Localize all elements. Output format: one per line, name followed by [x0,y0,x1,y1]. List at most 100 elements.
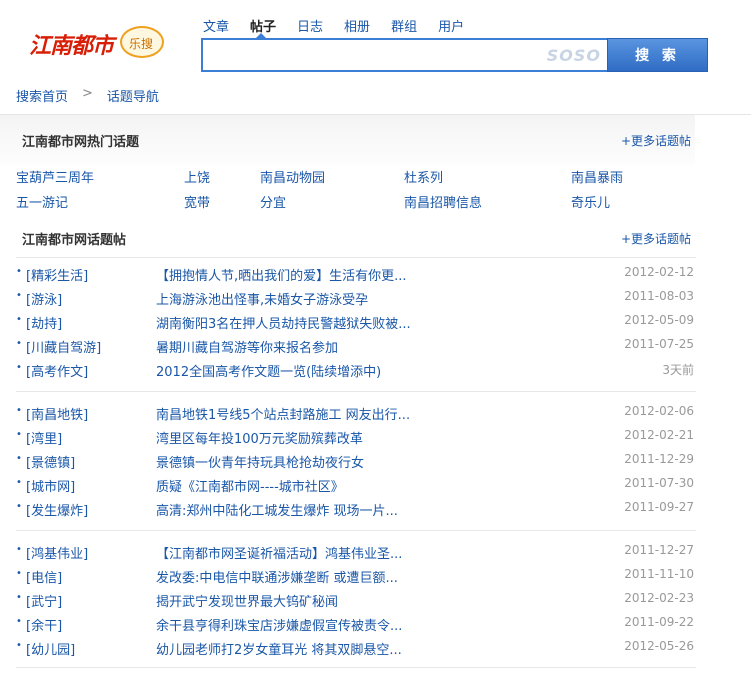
hot-topic-link[interactable]: 宽带 [184,192,210,211]
lesou-badge-icon: 乐搜 [120,26,164,58]
bullet-icon: • [16,640,22,651]
post-title-link[interactable]: 高清:郑州中陆化工城发生爆炸 现场一片... [156,500,398,519]
hot-topic-link[interactable]: 杜系列 [404,167,443,186]
tab-blogs[interactable]: 日志 [297,16,323,35]
hot-topic-link[interactable]: 南昌招聘信息 [404,192,482,211]
post-row: • [幼儿园] 幼儿园老师打2岁女童耳光 将其双脚悬空... 2012-05-2… [16,639,696,663]
topic-posts-header: 江南都市网话题帖 +更多话题帖 [0,218,695,258]
bullet-icon: • [16,501,22,512]
post-group-3: • [鸿基伟业] 【江南都市网圣诞祈福活动】鸿基伟业圣... 2011-12-2… [16,543,696,663]
post-title-link[interactable]: 2012全国高考作文题一览(陆续增添中) [156,361,381,380]
tab-groups[interactable]: 群组 [391,16,417,35]
breadcrumb: 搜索首页 > 话题导航 [16,86,159,105]
post-title-link[interactable]: 南昌地铁1号线5个站点封路施工 网友出行... [156,404,410,423]
post-row: • [余干] 余干县亨得利珠宝店涉嫌虚假宣传被责令... 2011-09-22 [16,615,696,639]
tab-albums[interactable]: 相册 [344,16,370,35]
post-row: • [川藏自驾游] 暑期川藏自驾游等你来报名参加 2011-07-25 [16,337,696,361]
hot-topic-link[interactable]: 南昌动物园 [260,167,325,186]
post-date: 2012-05-26 [624,639,694,653]
search-button[interactable]: 搜 索 [607,38,708,72]
post-date: 2012-02-12 [624,265,694,279]
post-row: • [电信] 发改委:中电信中联通涉嫌垄断 或遭巨额... 2011-11-10 [16,567,696,591]
post-category-link[interactable]: [劫持] [26,313,62,332]
breadcrumb-current-link[interactable]: 话题导航 [107,86,159,105]
hot-topics-row: 宝葫芦三周年 上饶 南昌动物园 杜系列 南昌暴雨 [16,167,696,192]
post-date: 2011-09-27 [624,500,694,514]
tab-articles[interactable]: 文章 [203,16,229,35]
post-title-link[interactable]: 暑期川藏自驾游等你来报名参加 [156,337,338,356]
group-divider [16,667,696,668]
bullet-icon: • [16,338,22,349]
post-date: 2012-02-23 [624,591,694,605]
bullet-icon: • [16,405,22,416]
post-title-link[interactable]: 【江南都市网圣诞祈福活动】鸿基伟业圣... [156,543,402,562]
post-title-link[interactable]: 揭开武宁发现世界最大钨矿秘闻 [156,591,338,610]
post-category-link[interactable]: [景德镇] [26,452,75,471]
post-category-link[interactable]: [鸿基伟业] [26,543,88,562]
bullet-icon: • [16,453,22,464]
post-date: 2012-02-06 [624,404,694,418]
hot-topic-link[interactable]: 宝葫芦三周年 [16,167,94,186]
post-title-link[interactable]: 湖南衡阳3名在押人员劫持民警越狱失败被... [156,313,411,332]
bullet-icon: • [16,477,22,488]
post-row: • [武宁] 揭开武宁发现世界最大钨矿秘闻 2012-02-23 [16,591,696,615]
hot-topic-link[interactable]: 奇乐儿 [571,192,610,211]
post-category-link[interactable]: [城市网] [26,476,75,495]
hot-topics-grid: 宝葫芦三周年 上饶 南昌动物园 杜系列 南昌暴雨 五一游记 宽带 分宜 南昌招聘… [16,167,696,217]
post-category-link[interactable]: [南昌地铁] [26,404,88,423]
post-date: 2011-07-25 [624,337,694,351]
post-category-link[interactable]: [高考作文] [26,361,88,380]
post-row: • [城市网] 质疑《江南都市网----城市社区》 2011-07-30 [16,476,696,500]
bullet-icon: • [16,592,22,603]
topic-posts-more-link[interactable]: +更多话题帖 [621,230,695,247]
post-title-link[interactable]: 景德镇一伙青年持玩具枪抢劫夜行女 [156,452,364,471]
hot-topic-link[interactable]: 南昌暴雨 [571,167,623,186]
breadcrumb-home-link[interactable]: 搜索首页 [16,86,68,105]
hot-topics-more-link[interactable]: +更多话题帖 [621,132,695,149]
group-divider [16,257,696,258]
bullet-icon: • [16,568,22,579]
post-category-link[interactable]: [湾里] [26,428,62,447]
bullet-icon: • [16,290,22,301]
site-logo[interactable]: 江南都市 乐搜 [25,22,167,66]
logo-text: 江南都市 [29,33,114,59]
group-divider [16,391,696,392]
post-date: 2011-09-22 [624,615,694,629]
post-date: 2011-07-30 [624,476,694,490]
post-title-link[interactable]: 【拥抱情人节,晒出我们的爱】生活有你更... [156,265,407,284]
post-title-link[interactable]: 幼儿园老师打2岁女童耳光 将其双脚悬空... [156,639,402,658]
hot-topics-header: 江南都市网热门话题 +更多话题帖 [0,115,695,165]
breadcrumb-separator: > [82,86,93,101]
post-category-link[interactable]: [精彩生活] [26,265,88,284]
post-category-link[interactable]: [幼儿园] [26,639,75,658]
hot-topic-link[interactable]: 五一游记 [16,192,68,211]
post-date: 3天前 [662,363,694,377]
tab-users[interactable]: 用户 [438,16,464,35]
topic-posts-title: 江南都市网话题帖 [22,232,127,248]
post-category-link[interactable]: [发生爆炸] [26,500,88,519]
bullet-icon: • [16,429,22,440]
post-row: • [劫持] 湖南衡阳3名在押人员劫持民警越狱失败被... 2012-05-09 [16,313,696,337]
post-title-link[interactable]: 上海游泳池出怪事,未婚女子游泳受孕 [156,289,368,308]
post-row: • [湾里] 湾里区每年投100万元奖励殡葬改革 2012-02-21 [16,428,696,452]
post-row: • [高考作文] 2012全国高考作文题一览(陆续增添中) 3天前 [16,361,696,385]
post-title-link[interactable]: 发改委:中电信中联通涉嫌垄断 或遭巨额... [156,567,398,586]
hot-topic-link[interactable]: 分宜 [260,192,286,211]
post-title-link[interactable]: 湾里区每年投100万元奖励殡葬改革 [156,428,363,447]
post-category-link[interactable]: [川藏自驾游] [26,337,101,356]
post-title-link[interactable]: 余干县亨得利珠宝店涉嫌虚假宣传被责令... [156,615,402,634]
post-category-link[interactable]: [游泳] [26,289,62,308]
bullet-icon: • [16,362,22,373]
search-box: SOSO [201,38,609,72]
post-row: • [景德镇] 景德镇一伙青年持玩具枪抢劫夜行女 2011-12-29 [16,452,696,476]
post-category-link[interactable]: [余干] [26,615,62,634]
post-date: 2011-08-03 [624,289,694,303]
post-category-link[interactable]: [武宁] [26,591,62,610]
post-group-1: • [精彩生活] 【拥抱情人节,晒出我们的爱】生活有你更... 2012-02-… [16,265,696,385]
post-category-link[interactable]: [电信] [26,567,62,586]
post-title-link[interactable]: 质疑《江南都市网----城市社区》 [156,476,344,495]
post-date: 2012-02-21 [624,428,694,442]
post-date: 2011-11-10 [624,567,694,581]
hot-topic-link[interactable]: 上饶 [184,167,210,186]
logo-badge-label: 乐搜 [129,37,154,51]
